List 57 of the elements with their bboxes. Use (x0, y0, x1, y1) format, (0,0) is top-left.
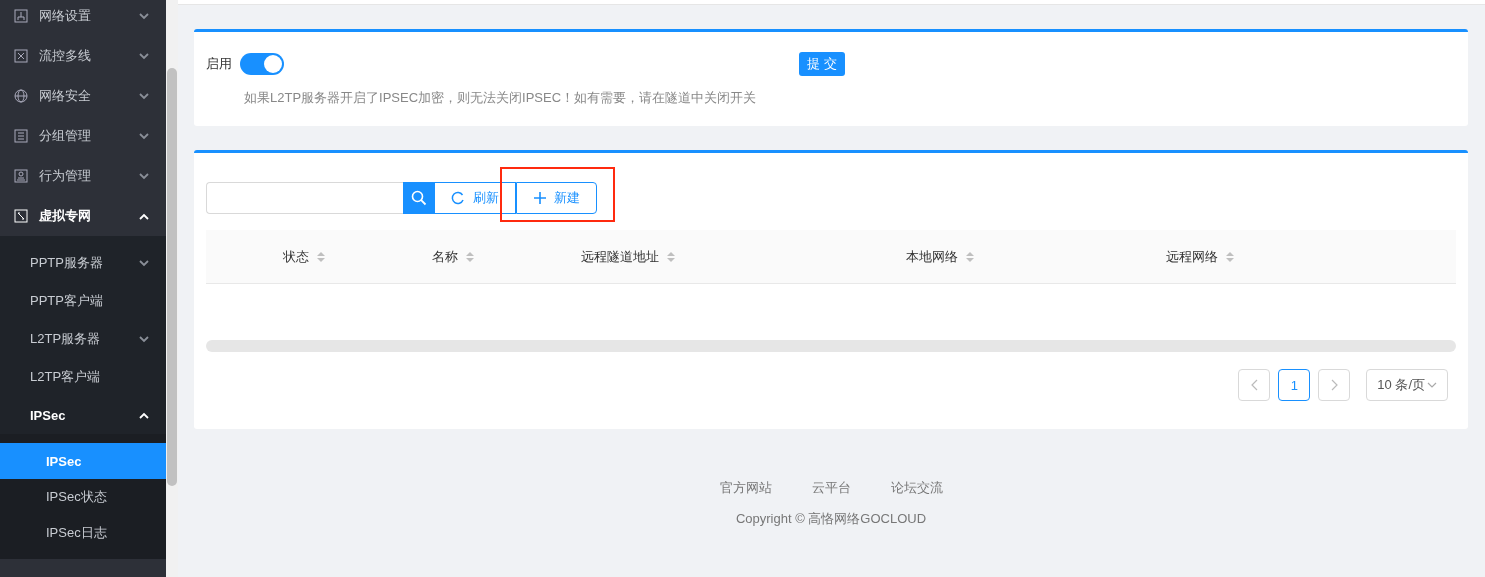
list-icon (14, 129, 28, 143)
chevron-down-icon (139, 335, 149, 343)
column-header[interactable]: 状态 (283, 247, 309, 266)
chevron-down-icon (139, 12, 149, 20)
column-header[interactable]: 远程隧道地址 (581, 247, 659, 266)
chevron-left-icon (1250, 379, 1258, 391)
search-icon (411, 190, 427, 206)
chevron-right-icon (1330, 379, 1338, 391)
column-header[interactable]: 远程网络 (1166, 247, 1218, 266)
sidebar-item[interactable]: 虚拟专网 (0, 196, 166, 236)
previous-page-button[interactable] (1238, 369, 1271, 401)
submenu-item[interactable]: L2TP服务器 (0, 320, 166, 358)
sort-icon[interactable] (317, 250, 325, 263)
submenu-item[interactable]: PPTP服务器 (0, 244, 166, 282)
globe-icon (14, 89, 28, 103)
plus-icon (533, 192, 546, 204)
chevron-down-icon (139, 259, 149, 267)
submenu-item[interactable]: IPSec日志 (0, 515, 166, 551)
enable-toggle[interactable] (240, 53, 284, 75)
submenu-item[interactable]: PPTP客户端 (0, 282, 166, 320)
sidebar-item[interactable]: 行为管理 (0, 156, 166, 196)
chevron-down-icon (1427, 381, 1437, 389)
refresh-icon (451, 191, 465, 205)
sort-icon[interactable] (466, 250, 474, 263)
sidebar-item[interactable]: 分组管理 (0, 116, 166, 156)
chevron-down-icon (139, 132, 149, 140)
sidebar-item[interactable]: 网络安全 (0, 76, 166, 116)
vpn-icon (14, 209, 28, 223)
sidebar-item[interactable]: 网络设置 (0, 0, 166, 36)
enable-label: 启用 (206, 55, 232, 73)
network-icon (14, 9, 28, 23)
sort-icon[interactable] (667, 250, 675, 263)
submenu-item[interactable]: L2TP客户端 (0, 358, 166, 396)
footer-link[interactable]: 论坛交流 (890, 479, 943, 497)
chevron-down-icon (139, 92, 149, 100)
chevron-up-icon (139, 411, 149, 419)
chevron-down-icon (139, 172, 149, 180)
column-header[interactable]: 名称 (432, 247, 458, 266)
footer-link[interactable]: 云平台 (811, 479, 851, 497)
chevron-up-icon (139, 212, 149, 220)
person-icon (14, 169, 28, 183)
sort-icon[interactable] (966, 250, 974, 263)
chevron-down-icon (139, 52, 149, 60)
column-header[interactable]: 本地网络 (906, 247, 958, 266)
copyright-text: Copyright © 高恪网络GOCLOUD (735, 510, 927, 528)
submenu-item[interactable]: IPSec (0, 396, 166, 434)
ipsec-note: 如果L2TP服务器开启了IPSEC加密，则无法关闭IPSEC！如有需要，请在隧道中关闭开关 (243, 89, 758, 107)
search-button[interactable] (403, 182, 435, 214)
next-page-button[interactable] (1318, 369, 1351, 401)
footer-link[interactable]: 官方网站 (719, 479, 772, 497)
search-field[interactable] (206, 182, 403, 214)
scrollbar-thumb[interactable] (167, 68, 177, 486)
cross-box-icon (14, 49, 28, 63)
submenu-item[interactable]: IPSec状态 (0, 479, 166, 515)
page-size-select[interactable]: 10 条/页 (1366, 369, 1448, 401)
sidebar-item[interactable]: 流控多线 (0, 36, 166, 76)
sort-icon[interactable] (1226, 250, 1234, 263)
